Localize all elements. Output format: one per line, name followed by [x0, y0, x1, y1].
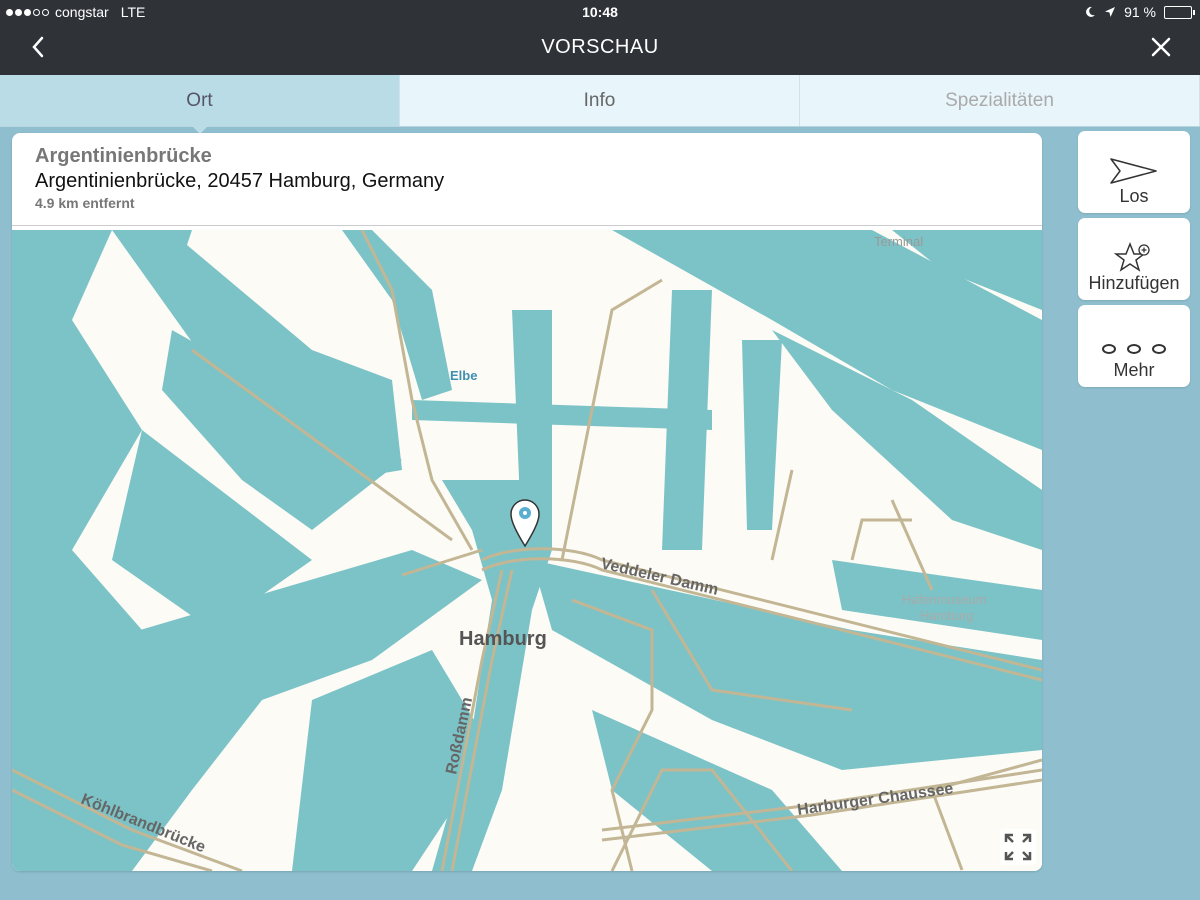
place-distance: 4.9 km entfernt	[35, 195, 135, 211]
status-bar: congstar LTE 10:48 91 %	[0, 0, 1200, 24]
map-label-hamburg: Hamburg	[459, 628, 547, 650]
location-arrow-icon	[1105, 7, 1116, 17]
battery-percent: 91 %	[1124, 4, 1156, 20]
map-view[interactable]: Terminal Elbe Veddeler Damm Hafenmuseum …	[12, 230, 1042, 871]
go-label: Los	[1119, 186, 1149, 206]
star-add-icon	[1113, 241, 1150, 272]
status-time: 10:48	[582, 4, 618, 20]
map-label-hafenmuseum-2: Hamburg	[920, 608, 973, 623]
more-button[interactable]: Mehr	[1078, 305, 1190, 387]
tab-info[interactable]: Info	[400, 75, 800, 126]
moon-icon	[1086, 6, 1096, 17]
more-dots-icon	[1102, 344, 1166, 354]
add-favorite-button[interactable]: Hinzufügen	[1078, 218, 1190, 300]
place-title: Argentinienbrücke	[35, 145, 212, 167]
expand-icon	[1004, 833, 1032, 861]
close-button[interactable]	[1146, 32, 1176, 62]
close-icon	[1151, 37, 1171, 57]
map-label-elbe: Elbe	[450, 368, 477, 383]
status-right: 91 %	[1084, 4, 1195, 20]
top-bar: congstar LTE 10:48 91 % VORSCHAU	[0, 0, 1200, 75]
place-header: Argentinienbrücke Argentinienbrücke, 204…	[12, 133, 1042, 226]
action-panel: Los Hinzufügen Mehr	[1078, 131, 1190, 392]
tab-spezialitaeten[interactable]: Spezialitäten	[800, 75, 1200, 126]
tab-ort[interactable]: Ort	[0, 75, 400, 134]
map-label-terminal: Terminal	[874, 234, 923, 249]
tab-bar: Ort Info Spezialitäten	[0, 75, 1200, 134]
place-address: Argentinienbrücke, 20457 Hamburg, German…	[35, 170, 445, 192]
battery-icon	[1164, 5, 1195, 19]
fullscreen-button[interactable]	[1000, 829, 1036, 865]
map-label-hafenmuseum-1: Hafenmuseum	[902, 592, 987, 607]
map-canvas[interactable]: Terminal Elbe Veddeler Damm Hafenmuseum …	[12, 230, 1042, 871]
place-card: Argentinienbrücke Argentinienbrücke, 204…	[12, 133, 1042, 871]
page-title: VORSCHAU	[541, 36, 659, 58]
add-favorite-label: Hinzufügen	[1088, 273, 1180, 293]
send-arrow-icon	[1110, 158, 1157, 184]
go-button[interactable]: Los	[1078, 131, 1190, 213]
more-label: Mehr	[1113, 360, 1155, 380]
